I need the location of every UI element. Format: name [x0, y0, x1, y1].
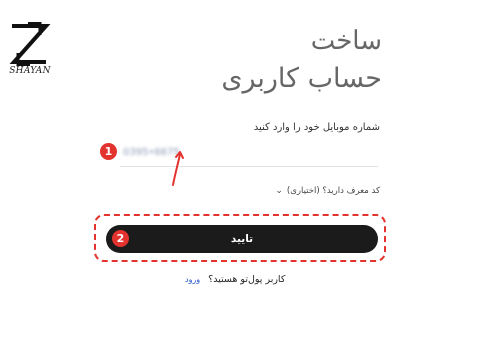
referral-label: کد معرف دارید؟ (اختیاری)	[286, 186, 380, 196]
login-link[interactable]: ورود	[185, 275, 200, 284]
phone-label: شماره موبایل خود را وارد کنید	[253, 122, 380, 133]
login-prompt: کاربر پول‌تو هستید؟ ورود	[185, 274, 285, 285]
annotation-arrow-icon	[172, 151, 184, 186]
step-1-badge: 1	[100, 143, 117, 160]
phone-input[interactable]	[120, 140, 378, 164]
phone-field[interactable]	[120, 140, 378, 167]
page-title-line1: ساخت	[310, 26, 382, 56]
referral-toggle[interactable]: کد معرف دارید؟ (اختیاری) ⌄	[275, 186, 380, 196]
logo-mark-icon	[9, 22, 51, 66]
step-2-badge: 2	[112, 230, 129, 247]
logo-text: SHAYAN	[9, 66, 51, 76]
brand-logo: SHAYAN	[6, 22, 52, 78]
existing-user-text: کاربر پول‌تو هستید؟	[208, 274, 286, 285]
page-title-line2: حساب کاربری	[221, 63, 382, 94]
submit-button[interactable]: تایید	[106, 225, 378, 253]
chevron-down-icon: ⌄	[275, 186, 283, 196]
